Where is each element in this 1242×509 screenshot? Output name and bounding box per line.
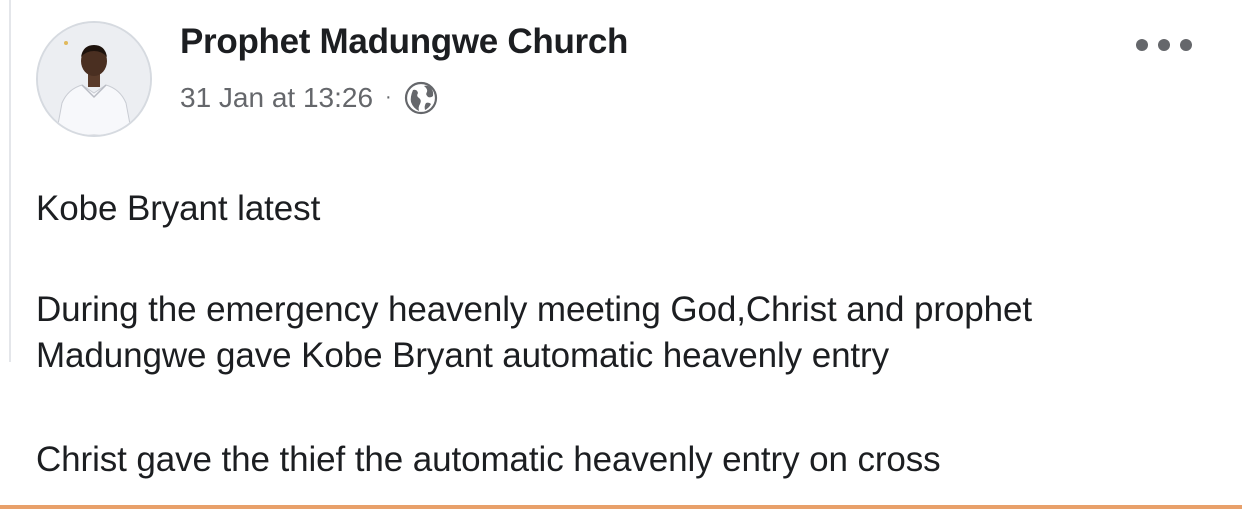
post-text-line: Madungwe gave Kobe Bryant automatic heav… [36,336,890,375]
post-text-line: Christ gave the thief the automatic heav… [36,440,941,479]
post-card: Prophet Madungwe Church 31 Jan at 13:26 … [0,0,1242,509]
avatar[interactable] [36,21,152,137]
post-text-line: Kobe Bryant latest [36,189,321,228]
meta-separator: · [385,86,392,108]
more-dot [1180,39,1192,51]
globe-icon[interactable] [404,81,438,115]
bottom-accent-bar [0,505,1242,509]
post-timestamp[interactable]: 31 Jan at 13:26 [180,82,373,114]
post-text-line: During the emergency heavenly meeting Go… [36,290,1032,329]
more-options-icon[interactable] [1136,30,1192,60]
post-meta: 31 Jan at 13:26 · [180,78,438,118]
post-author-name[interactable]: Prophet Madungwe Church [180,22,628,62]
left-divider [9,0,11,362]
more-dot [1158,39,1170,51]
post-text-paragraph: During the emergency heavenly meeting Go… [36,287,1032,379]
more-dot [1136,39,1148,51]
